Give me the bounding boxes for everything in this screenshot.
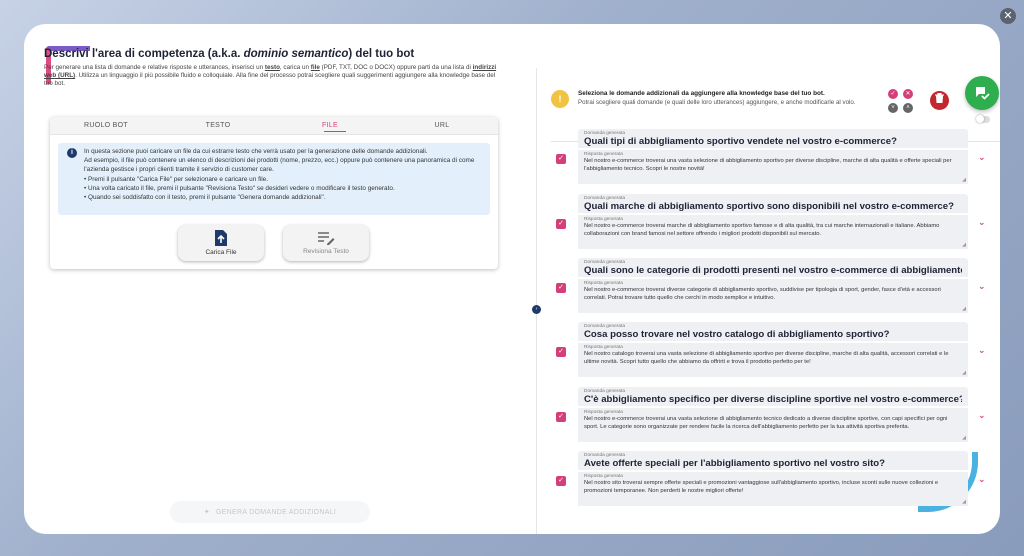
knowledge-check-icon — [976, 87, 990, 100]
chevron-down-icon[interactable]: ⌄ — [978, 152, 986, 163]
trash-icon — [935, 92, 944, 104]
question-checkbox[interactable]: ✓ — [556, 219, 566, 229]
question-text[interactable]: Avete offerte speciali per l'abbigliamen… — [584, 458, 962, 469]
page-title: Descrivi l'area di competenza (a.k.a. do… — [44, 48, 415, 60]
link-file[interactable]: file — [311, 64, 320, 71]
chevron-down-icon[interactable]: ⌄ — [978, 281, 986, 292]
question-row: ✓ Domanda generata Avete offerte speciali… — [551, 451, 1000, 511]
question-row: ✓ Domanda generata C'è abbigliamento spec… — [551, 387, 1000, 447]
chevron-down-icon[interactable]: ⌄ — [978, 410, 986, 421]
resize-handle-icon[interactable]: ◢ — [962, 370, 966, 376]
question-checkbox[interactable]: ✓ — [556, 154, 566, 164]
page-description: Per generare una lista di domande e rela… — [44, 64, 497, 87]
question-text[interactable]: Quali marche di abbigliamento sportivo s… — [584, 201, 962, 212]
chevron-down-icon[interactable]: ⌄ — [978, 474, 986, 485]
warning-icon: ! — [551, 90, 569, 108]
question-row: ✓ Domanda generata Quali marche di abbigl… — [551, 194, 1000, 254]
resize-handle-icon[interactable]: ◢ — [962, 306, 966, 312]
question-card: Domanda generata Quali sono le categorie … — [578, 258, 968, 313]
select-all-icon[interactable]: ✓ — [888, 89, 898, 99]
resize-handle-icon[interactable]: ◢ — [962, 499, 966, 505]
question-card: Domanda generata C'è abbigliamento specif… — [578, 387, 968, 442]
question-row: ✓ Domanda generata Cosa posso trovare nel… — [551, 322, 1000, 382]
answer-text[interactable]: Nel nostro e-commerce troverai una vasta… — [584, 415, 962, 431]
left-panel: Descrivi l'area di competenza (a.k.a. do… — [44, 48, 514, 88]
source-card: RUOLO BOT TESTO FILE URL i In questa sez… — [50, 117, 498, 269]
answer-text[interactable]: Nel nostro e-commerce troverai diverse c… — [584, 286, 962, 302]
answer-text[interactable]: Nel nostro e-commerce troverai marche di… — [584, 222, 962, 238]
divider-handle-icon[interactable]: › — [532, 305, 541, 314]
info-icon: i — [67, 148, 77, 158]
link-testo[interactable]: testo — [265, 64, 280, 71]
question-text[interactable]: C'è abbigliamento specifico per diverse … — [584, 394, 962, 405]
answer-text[interactable]: Nel nostro catalogo troverai una vasta s… — [584, 350, 962, 366]
right-header-subtitle: Potrai scegliere quali domande (e quali … — [578, 99, 856, 106]
question-card: Domanda generata Cosa posso trovare nel v… — [578, 322, 968, 377]
question-card: Domanda generata Quali marche di abbiglia… — [578, 194, 968, 249]
tab-file[interactable]: FILE — [274, 117, 386, 134]
question-checkbox[interactable]: ✓ — [556, 283, 566, 293]
answer-text[interactable]: Nel nostro e-commerce troverai una vasta… — [584, 157, 962, 173]
chevron-down-icon[interactable]: ⌄ — [978, 345, 986, 356]
answer-text[interactable]: Nel nostro sito troverai sempre offerte … — [584, 479, 962, 495]
resize-handle-icon[interactable]: ◢ — [962, 242, 966, 248]
column-divider — [536, 68, 537, 534]
upload-file-icon — [215, 230, 227, 246]
info-text: • Una volta caricato il file, premi il p… — [84, 184, 395, 192]
info-text: In questa sezione puoi caricare un file … — [84, 148, 428, 155]
info-text: • Quando sei soddisfatto con il testo, p… — [84, 194, 326, 202]
resize-handle-icon[interactable]: ◢ — [962, 435, 966, 441]
question-row: ✓ Domanda generata Quali tipi di abbiglia… — [551, 129, 1000, 189]
tab-ruolo-bot[interactable]: RUOLO BOT — [50, 117, 162, 134]
resize-handle-icon[interactable]: ◢ — [962, 177, 966, 183]
question-text[interactable]: Quali sono le categorie di prodotti pres… — [584, 265, 962, 276]
info-box: i In questa sezione puoi caricare un fil… — [58, 143, 490, 215]
question-text[interactable]: Quali tipi di abbigliamento sportivo ven… — [584, 136, 962, 147]
modal-dialog: Descrivi l'area di competenza (a.k.a. do… — [24, 24, 1000, 534]
question-card: Domanda generata Avete offerte speciali p… — [578, 451, 968, 506]
chevron-down-icon[interactable]: ⌄ — [978, 217, 986, 228]
question-text[interactable]: Cosa posso trovare nel vostro catalogo d… — [584, 329, 962, 340]
expand-all-icon[interactable]: ˅ — [888, 103, 898, 113]
question-checkbox[interactable]: ✓ — [556, 476, 566, 486]
sparkle-icon: ✦ — [203, 509, 210, 516]
question-card: Domanda generata Quali tipi di abbigliame… — [578, 129, 968, 184]
right-header-title: Seleziona le domande addizionali da aggi… — [578, 90, 825, 97]
source-tabs: RUOLO BOT TESTO FILE URL — [50, 117, 498, 135]
info-text: Ad esempio, il file può contenere un ele… — [84, 157, 475, 174]
upload-file-button[interactable]: Carica File — [178, 225, 264, 261]
question-row: ✓ Domanda generata Quali sono le categori… — [551, 258, 1000, 318]
edit-text-icon — [318, 232, 335, 245]
close-icon[interactable]: ✕ — [1000, 8, 1016, 24]
tab-url[interactable]: URL — [386, 117, 498, 134]
question-checkbox[interactable]: ✓ — [556, 412, 566, 422]
toggle-switch[interactable] — [976, 115, 990, 123]
add-to-knowledge-base-button[interactable] — [965, 76, 999, 110]
tab-testo[interactable]: TESTO — [162, 117, 274, 134]
delete-button[interactable] — [930, 91, 949, 110]
collapse-all-icon[interactable]: ˄ — [903, 103, 913, 113]
review-text-button[interactable]: Revisiona Testo — [283, 225, 369, 261]
deselect-all-icon[interactable]: ✕ — [903, 89, 913, 99]
info-text: • Premi il pulsante "Carica File" per se… — [84, 175, 269, 183]
question-checkbox[interactable]: ✓ — [556, 347, 566, 357]
generate-questions-button[interactable]: ✦ GENERA DOMANDE ADDIZIONALI — [170, 501, 370, 523]
